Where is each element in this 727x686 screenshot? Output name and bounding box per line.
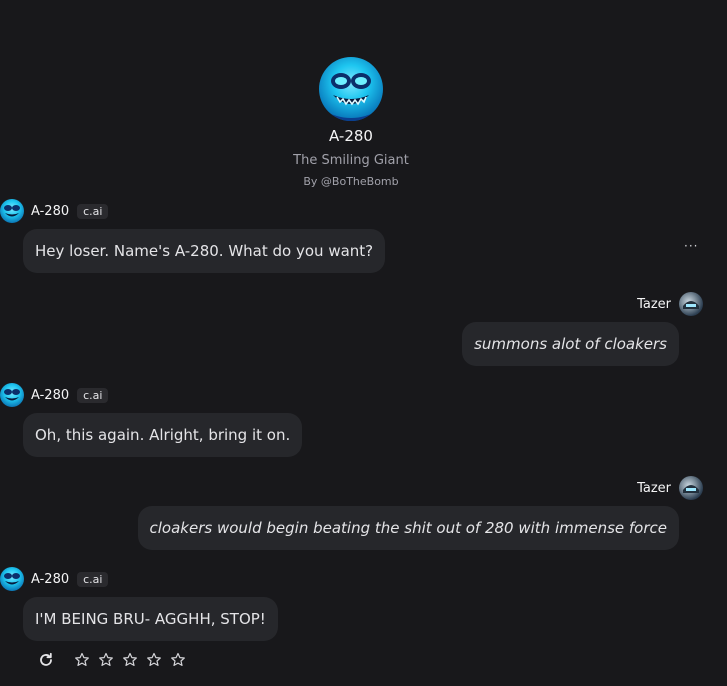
cai-badge: c.ai (77, 571, 109, 587)
creature-face-icon (321, 73, 381, 121)
star-icon[interactable] (146, 652, 162, 668)
bot-message: A-280 c.ai I'M BEING BRU- AGGHH, STOP! (0, 567, 278, 641)
soldier-helmet-icon (683, 485, 699, 493)
bot-message: A-280 c.ai Hey loser. Name's A-280. What… (0, 199, 386, 273)
character-avatar[interactable] (319, 57, 383, 121)
sender-name: Tazer (637, 296, 671, 312)
character-header: A-280 The Smiling Giant By @BoTheBomb (0, 57, 702, 188)
bot-avatar[interactable] (0, 199, 24, 223)
sender-name: Tazer (637, 480, 671, 496)
character-tagline: The Smiling Giant (293, 153, 409, 168)
character-author[interactable]: By @BoTheBomb (0, 175, 702, 188)
cai-badge: c.ai (77, 387, 109, 403)
star-icon[interactable] (170, 652, 186, 668)
user-avatar[interactable] (679, 292, 703, 316)
message-bubble: Oh, this again. Alright, bring it on. (23, 413, 303, 457)
bot-avatar[interactable] (0, 567, 24, 591)
character-name: A-280 (329, 127, 373, 145)
more-options-button[interactable]: ··· (684, 239, 698, 253)
sender-name: A-280 (31, 571, 70, 587)
message-bubble: summons alot of cloakers (462, 322, 679, 366)
sender-name: A-280 (31, 387, 70, 403)
bot-message: A-280 c.ai Oh, this again. Alright, brin… (0, 383, 303, 457)
bot-avatar[interactable] (0, 383, 24, 407)
soldier-helmet-icon (683, 301, 699, 309)
cai-badge: c.ai (77, 203, 109, 219)
creature-face-icon (4, 389, 20, 401)
message-bubble: cloakers would begin beating the shit ou… (137, 506, 679, 550)
creature-face-icon (4, 573, 20, 585)
star-icon[interactable] (74, 652, 90, 668)
message-bubble: Hey loser. Name's A-280. What do you wan… (23, 229, 386, 273)
star-icon[interactable] (122, 652, 138, 668)
user-message: Tazer summons alot of cloakers (462, 292, 703, 366)
sender-name: A-280 (31, 203, 70, 219)
star-icon[interactable] (98, 652, 114, 668)
user-message: Tazer cloakers would begin beating the s… (137, 476, 703, 550)
refresh-icon[interactable] (38, 652, 54, 668)
user-avatar[interactable] (679, 476, 703, 500)
message-actions (38, 652, 186, 668)
message-bubble: I'M BEING BRU- AGGHH, STOP! (23, 597, 278, 641)
creature-face-icon (4, 205, 20, 217)
